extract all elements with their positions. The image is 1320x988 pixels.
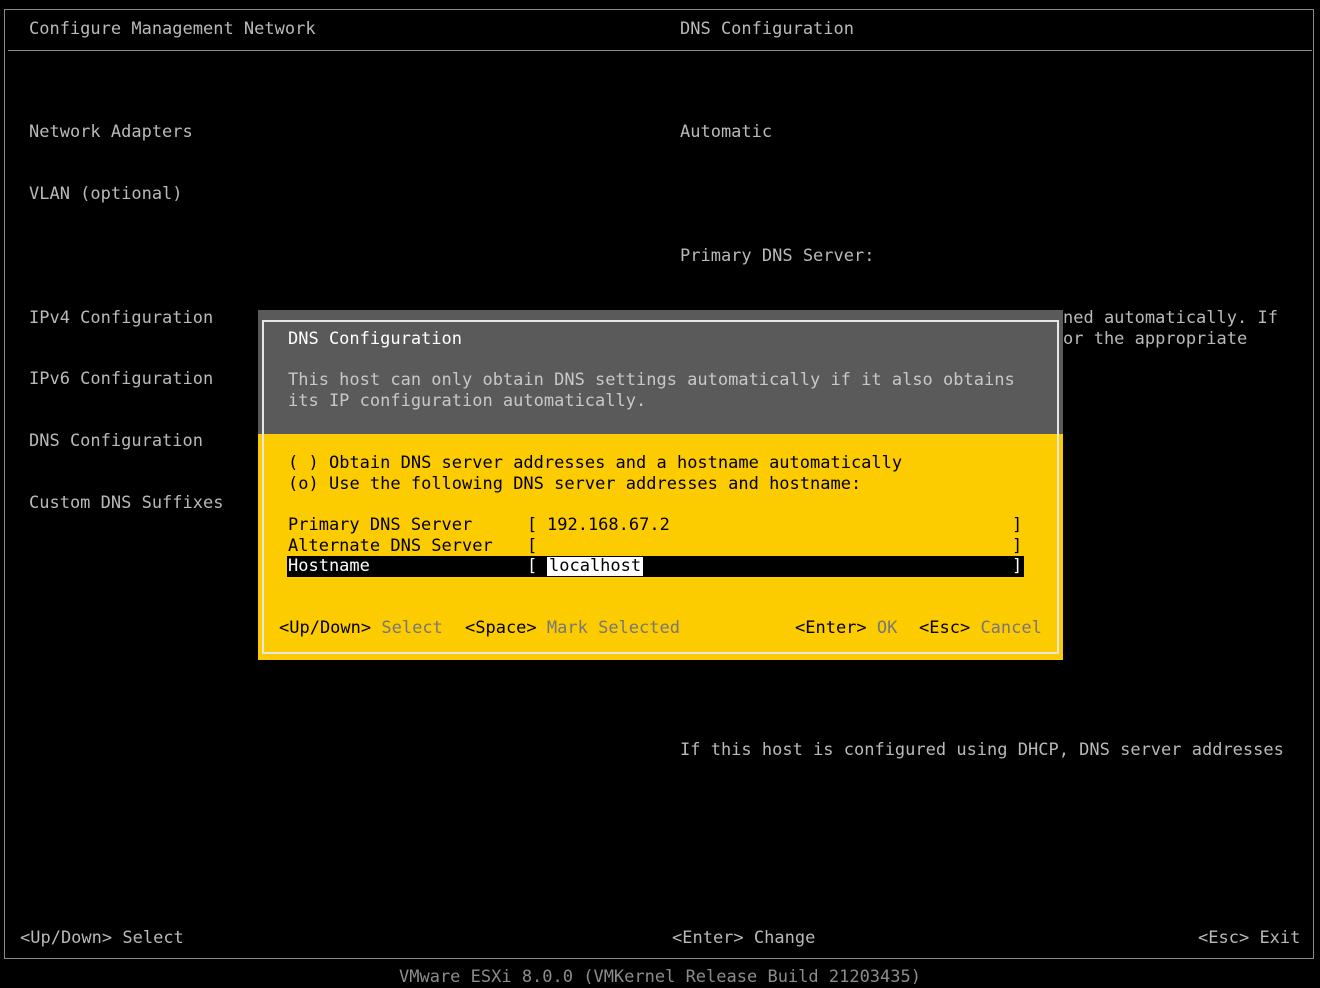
radio-selected[interactable]: (o) (288, 474, 319, 494)
dialog-description-line-2: its IP configuration automatically. (288, 391, 647, 411)
menu-item-dns-configuration[interactable]: DNS Configuration (29, 431, 223, 452)
radio-unselected[interactable]: ( ) (288, 453, 319, 473)
dhcp-info-line-1: If this host is configured using DHCP, D… (680, 740, 1284, 760)
header-divider (8, 50, 1312, 51)
dhcp-info-line-2: ned automatically. If (1063, 308, 1278, 328)
option-obtain-automatically-label: Obtain DNS server addresses and a hostna… (328, 453, 903, 473)
menu-item-ipv6-configuration[interactable]: IPv6 Configuration (29, 369, 223, 390)
hint-mark-selected-action: Mark Selected (546, 618, 680, 638)
ok-button[interactable]: <Enter> OK (795, 618, 897, 639)
dns-mode-value: Automatic (680, 122, 773, 143)
footer-change-action: Change (753, 928, 816, 948)
footer-select-action: Select (122, 928, 184, 948)
menu-item-vlan[interactable]: VLAN (optional) (29, 184, 223, 205)
footer-select-hint: <Up/Down> Select (20, 928, 184, 949)
hostname-row-highlight[interactable] (287, 556, 1024, 577)
option-obtain-automatically[interactable]: ( ) Obtain DNS server addresses and a ho… (288, 453, 902, 474)
right-panel-title: DNS Configuration (680, 19, 854, 39)
menu-item-network-adapters[interactable]: Network Adapters (29, 122, 223, 143)
footer-change-hint[interactable]: <Enter> Change (672, 928, 815, 949)
primary-dns-label: Primary DNS Server: (680, 245, 875, 266)
version-banner: VMware ESXi 8.0.0 (VMKernel Release Buil… (399, 967, 921, 987)
hint-cancel-action: Cancel (980, 618, 1042, 638)
hint-esc-key: <Esc> (919, 618, 971, 638)
hostname-open-bracket: [ (527, 556, 538, 576)
hostname-close-bracket: ] (1012, 556, 1023, 576)
menu-list: Network Adapters VLAN (optional) IPv4 Co… (29, 81, 223, 534)
left-panel-title: Configure Management Network (29, 19, 316, 39)
option-use-following-label: Use the following DNS server addresses a… (328, 474, 862, 494)
dialog-description-line-1: This host can only obtain DNS settings a… (288, 370, 1015, 390)
dialog-title: DNS Configuration (288, 329, 462, 349)
primary-dns-input[interactable]: 192.168.67.2 (547, 515, 670, 536)
hint-select-action: Select (381, 618, 443, 638)
hint-select: <Up/Down> Select (279, 618, 443, 639)
footer-exit-action: Exit (1259, 928, 1301, 948)
menu-item-ipv4-configuration[interactable]: IPv4 Configuration (29, 308, 223, 329)
alternate-dns-field-label: Alternate DNS Server (288, 536, 493, 556)
hint-space-key: <Space> (465, 618, 537, 638)
hint-enter-key: <Enter> (795, 618, 867, 638)
cancel-button[interactable]: <Esc> Cancel (919, 618, 1042, 639)
primary-dns-field-label: Primary DNS Server (288, 515, 473, 535)
hostname-input[interactable]: localhost (547, 557, 644, 576)
footer-exit-hint[interactable]: <Esc> Exit (1198, 928, 1300, 949)
menu-item-custom-dns-suffixes[interactable]: Custom DNS Suffixes (29, 493, 223, 514)
hint-mark-selected: <Space> Mark Selected (465, 618, 680, 639)
option-use-following[interactable]: (o) Use the following DNS server address… (288, 474, 861, 495)
hostname-field-label: Hostname (288, 556, 370, 576)
footer-enter-key: <Enter> (672, 928, 744, 948)
dhcp-info-line-3: or the appropriate (1063, 329, 1248, 349)
primary-dns-close-bracket: ] (1012, 515, 1023, 535)
alternate-dns-input[interactable] (547, 536, 947, 556)
alternate-dns-open-bracket: [ (527, 536, 538, 556)
primary-dns-open-bracket: [ (527, 515, 538, 535)
hint-up-down-key: <Up/Down> (279, 618, 372, 638)
footer-esc-key: <Esc> (1198, 928, 1250, 948)
footer-up-down-key: <Up/Down> (20, 928, 113, 948)
hint-ok-action: OK (876, 618, 898, 638)
alternate-dns-close-bracket: ] (1012, 536, 1023, 556)
